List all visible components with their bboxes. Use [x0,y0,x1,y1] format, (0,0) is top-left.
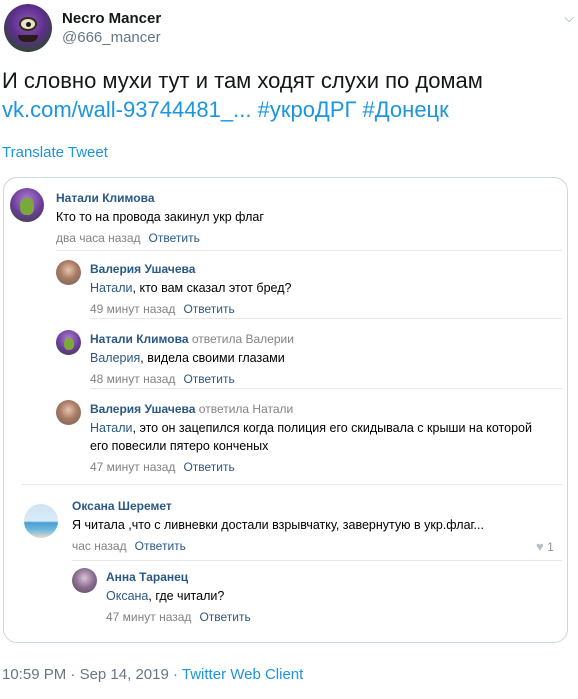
tweet-link[interactable]: vk.com/wall-93744481_... [2,97,251,122]
embedded-vk-comments-card[interactable]: Натали Климова Кто то на провода закинул… [3,177,568,643]
avatar [72,568,97,593]
comment-meta: 47 минут назад Ответить [90,460,235,474]
comment: Натали Климова Кто то на провода закинул… [10,188,560,248]
comment-text: Я читала ,что с ливневки достали взрывча… [72,518,484,532]
comment: Оксана Шеремет Я читала ,что с ливневки … [24,496,564,556]
comment-text: Оксана, где читали? [106,589,225,603]
reply-button[interactable]: Ответить [183,302,234,316]
client-link[interactable]: Twitter Web Client [182,666,303,683]
comment-author[interactable]: Валерия Ушачева [90,262,195,276]
avatar [10,188,44,222]
reply-button[interactable]: Ответить [183,460,234,474]
avatar-eye [19,17,37,31]
comment-author[interactable]: Валерия Ушачева ответила Натали [90,402,293,416]
avatar [56,400,81,425]
comment-text: Кто то на провода закинул укр флаг [56,210,264,224]
comment: Валерия Ушачева Натали, кто вам сказал э… [56,260,561,316]
tweet-body: И словно мухи тут и там ходят слухи по д… [2,68,483,93]
chevron-down-icon[interactable]: ⌵ [564,10,574,26]
reply-button[interactable]: Ответить [149,231,200,245]
comment-time[interactable]: 47 минут назад [90,460,175,474]
display-name[interactable]: Necro Mancer [62,10,161,27]
divider [72,560,562,561]
avatar[interactable] [4,4,52,52]
comment-meta: 47 минут назад Ответить [106,610,251,624]
comment: Валерия Ушачева ответила Натали Натали, … [56,400,561,476]
comment-text: Натали, это он зацепился когда полиция е… [90,421,532,453]
like-count: 1 [547,540,554,554]
comment-time[interactable]: 49 минут назад [90,302,175,316]
reply-button[interactable]: Ответить [183,372,234,386]
comment-author[interactable]: Натали Климова ответила Валерии [90,332,294,346]
hashtag-donetsk[interactable]: #Донецк [363,97,449,122]
comment-meta: 49 минут назад Ответить [90,302,235,316]
comment-time[interactable]: два часа назад [56,231,141,245]
comment-time[interactable]: 47 минут назад [106,610,191,624]
tweet-footer: 10:59 PM · Sep 14, 2019 · Twitter Web Cl… [2,666,303,683]
divider [56,250,562,251]
comment: Натали Климова ответила Валерии Валерия,… [56,330,561,386]
hashtag-ukrodrg[interactable]: #укроДРГ [258,97,357,122]
reply-button[interactable]: Ответить [135,539,186,553]
avatar [24,504,58,538]
mention[interactable]: Натали [90,421,133,435]
mention[interactable]: Натали [90,281,133,295]
comment-text: Валерия, видела своими глазами [90,351,285,365]
mention[interactable]: Оксана [106,589,148,603]
tweet-time[interactable]: 10:59 PM [2,666,66,683]
comment-author[interactable]: Натали Климова [56,191,155,205]
comment-author[interactable]: Анна Таранец [106,570,188,584]
comment-time[interactable]: 48 минут назад [90,372,175,386]
comment-meta: два часа назад Ответить [56,231,200,245]
like-button[interactable]: ♥ 1 [536,539,554,554]
avatar-mouth [18,35,38,42]
separator-dot: · [70,666,76,683]
comment-author[interactable]: Оксана Шеремет [72,499,172,513]
divider [90,388,562,389]
comment: Анна Таранец Оксана, где читали? 47 мину… [72,568,562,624]
divider [22,484,562,485]
tweet-header: Necro Mancer @666_mancer ⌵ [4,4,574,54]
divider [90,318,562,319]
reply-button[interactable]: Ответить [199,610,250,624]
user-handle[interactable]: @666_mancer [62,29,161,46]
comment-text: Натали, кто вам сказал этот бред? [90,281,292,295]
avatar [56,330,81,355]
comment-meta: час назад Ответить [72,539,186,553]
heart-icon: ♥ [536,539,544,554]
tweet-date[interactable]: Sep 14, 2019 [80,666,169,683]
comment-time[interactable]: час назад [72,539,127,553]
translate-tweet-link[interactable]: Translate Tweet [2,144,108,161]
separator-dot: · [172,666,178,683]
tweet-text: И словно мухи тут и там ходят слухи по д… [2,66,572,124]
mention[interactable]: Валерия [90,351,140,365]
comment-meta: 48 минут назад Ответить [90,372,235,386]
avatar [56,260,81,285]
